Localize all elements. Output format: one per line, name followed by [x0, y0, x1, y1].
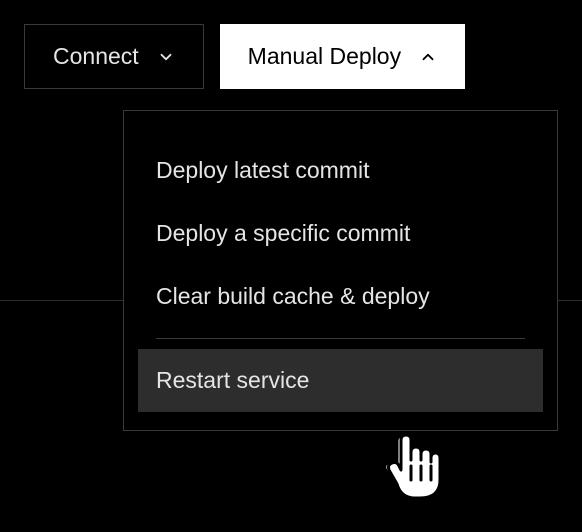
menu-item-restart-service[interactable]: Restart service [138, 349, 543, 412]
menu-item-label: Restart service [156, 367, 309, 393]
menu-item-label: Deploy a specific commit [156, 220, 410, 246]
cursor-pointer-icon [385, 432, 445, 509]
menu-item-label: Deploy latest commit [156, 157, 369, 183]
chevron-down-icon [157, 48, 175, 66]
connect-button-label: Connect [53, 43, 139, 70]
menu-item-deploy-specific[interactable]: Deploy a specific commit [124, 202, 557, 265]
menu-divider [156, 338, 525, 339]
manual-deploy-button[interactable]: Manual Deploy [220, 24, 465, 89]
manual-deploy-button-label: Manual Deploy [248, 43, 401, 70]
manual-deploy-menu: Deploy latest commit Deploy a specific c… [123, 110, 558, 431]
chevron-up-icon [419, 48, 437, 66]
menu-item-clear-cache-deploy[interactable]: Clear build cache & deploy [124, 265, 557, 328]
menu-item-deploy-latest[interactable]: Deploy latest commit [124, 139, 557, 202]
connect-button[interactable]: Connect [24, 24, 204, 89]
menu-item-label: Clear build cache & deploy [156, 283, 430, 309]
